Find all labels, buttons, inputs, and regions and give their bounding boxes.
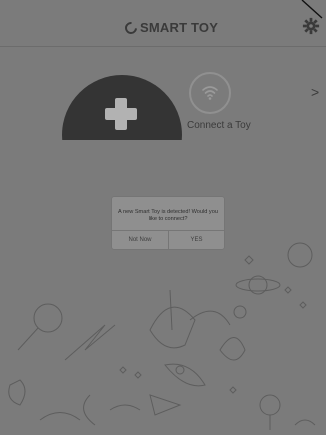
wifi-icon [202,86,218,100]
connect-toy-label[interactable]: Connect a Toy [187,120,251,131]
doodle-background [8,242,316,430]
logo-mark-icon [122,19,140,36]
app-header: SMART TOY [0,10,326,47]
dialog-message: A new Smart Toy is detected! Would you l… [118,209,218,222]
app-screen: SMART TOY Connect a Toy > A new Smart To… [0,0,326,435]
card-divider-mask [0,140,326,200]
chevron-right-icon[interactable]: > [311,84,319,100]
yes-button[interactable]: YES [169,231,224,249]
logo: SMART TOY [122,19,219,36]
connect-dialog: A new Smart Toy is detected! Would you l… [112,197,224,249]
logo-text: SMART TOY [140,20,219,35]
not-now-button[interactable]: Not Now [112,231,168,249]
plus-icon-bar [105,108,137,120]
gear-icon[interactable] [302,17,320,35]
